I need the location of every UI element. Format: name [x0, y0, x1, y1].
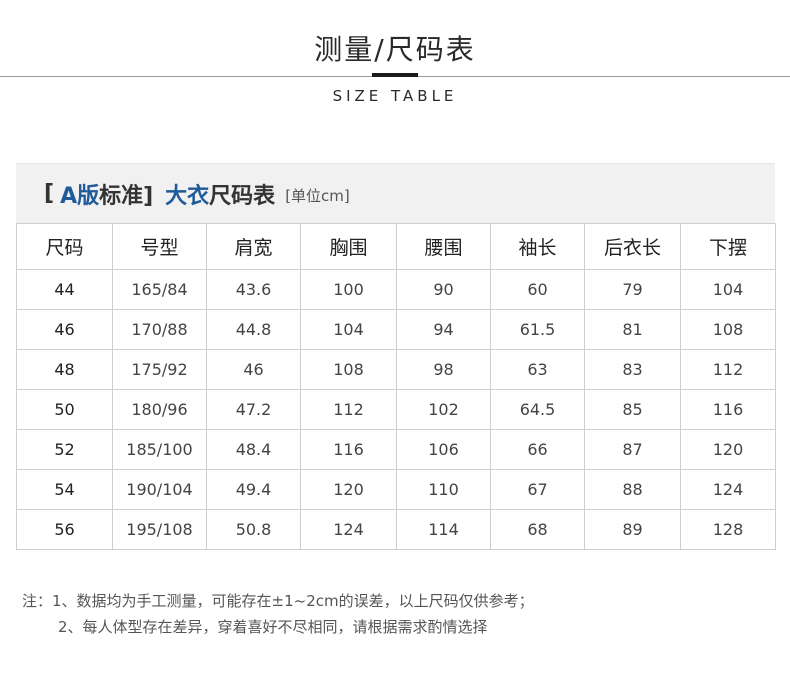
- table-cell: 68: [490, 509, 585, 550]
- page-title: 测量/尺码表: [314, 33, 476, 66]
- column-header-size: 尺码: [16, 223, 113, 270]
- table-cell: 87: [584, 429, 681, 470]
- caption-version: A版: [60, 183, 100, 209]
- table-row: 52 185/100 48.4 116 106 66 87 120: [16, 429, 776, 470]
- table-cell: 90: [396, 269, 491, 310]
- table-cell: 52: [16, 429, 113, 470]
- table-cell: 128: [680, 509, 776, 550]
- footnote-measurement: 注：1、数据均为手工测量，可能存在±1~2cm的误差，以上尺码仅供参考；: [22, 592, 534, 610]
- table-cell: 47.2: [206, 389, 301, 430]
- caption-item: 大衣: [165, 183, 210, 209]
- table-cell: 104: [300, 309, 397, 350]
- table-row: 48 175/92 46 108 98 63 83 112: [16, 349, 776, 390]
- table-cell: 120: [680, 429, 776, 470]
- table-cell: 49.4: [206, 469, 301, 510]
- table-header-row: 尺码 号型 肩宽 胸围 腰围 袖长 后衣长 下摆: [16, 223, 776, 270]
- table-cell: 43.6: [206, 269, 301, 310]
- column-header-model: 号型: [112, 223, 207, 270]
- table-cell: 44: [16, 269, 113, 310]
- table-cell: 54: [16, 469, 113, 510]
- column-header-back-length: 后衣长: [584, 223, 681, 270]
- table-cell: 104: [680, 269, 776, 310]
- table-cell: 100: [300, 269, 397, 310]
- page-subtitle: SIZE TABLE: [332, 87, 458, 105]
- table-row: 44 165/84 43.6 100 90 60 79 104: [16, 269, 776, 310]
- caption-unit: [单位cm]: [285, 187, 350, 205]
- table-cell: 67: [490, 469, 585, 510]
- column-header-waist: 腰围: [396, 223, 491, 270]
- table-cell: 112: [300, 389, 397, 430]
- table-row: 56 195/108 50.8 124 114 68 89 128: [16, 509, 776, 550]
- table-cell: 116: [300, 429, 397, 470]
- table-cell: 175/92: [112, 349, 207, 390]
- table-row: 54 190/104 49.4 120 110 67 88 124: [16, 469, 776, 510]
- caption-standard: 标准]: [99, 183, 154, 209]
- table-cell: 66: [490, 429, 585, 470]
- table-cell: 60: [490, 269, 585, 310]
- table-cell: 112: [680, 349, 776, 390]
- column-header-hem: 下摆: [680, 223, 776, 270]
- table-cell: 110: [396, 469, 491, 510]
- table-cell: 85: [584, 389, 681, 430]
- caption-open-bracket: [: [44, 181, 55, 206]
- size-table: 尺码 号型 肩宽 胸围 腰围 袖长 后衣长 下摆 44 165/84 43.6 …: [16, 223, 776, 550]
- footnotes: 注：1、数据均为手工测量，可能存在±1~2cm的误差，以上尺码仅供参考； 2、每…: [22, 588, 782, 640]
- table-cell: 120: [300, 469, 397, 510]
- table-cell: 46: [206, 349, 301, 390]
- table-cell: 50: [16, 389, 113, 430]
- table-cell: 44.8: [206, 309, 301, 350]
- table-cell: 50.8: [206, 509, 301, 550]
- column-header-sleeve: 袖长: [490, 223, 585, 270]
- table-cell: 116: [680, 389, 776, 430]
- table-cell: 185/100: [112, 429, 207, 470]
- table-cell: 56: [16, 509, 113, 550]
- size-chart-page: 测量/尺码表 SIZE TABLE [ A版 标准] 大衣 尺码表 [单位cm]: [0, 0, 790, 681]
- table-cell: 108: [300, 349, 397, 390]
- table-cell: 88: [584, 469, 681, 510]
- table-cell: 83: [584, 349, 681, 390]
- table-cell: 63: [490, 349, 585, 390]
- table-cell: 94: [396, 309, 491, 350]
- table-caption: [ A版 标准] 大衣 尺码表 [单位cm]: [16, 163, 775, 223]
- table-cell: 108: [680, 309, 776, 350]
- table-cell: 46: [16, 309, 113, 350]
- table-cell: 124: [680, 469, 776, 510]
- size-table-section: [ A版 标准] 大衣 尺码表 [单位cm] 尺码 号型 肩宽 胸围 腰围 袖长…: [16, 163, 776, 550]
- table-cell: 64.5: [490, 389, 585, 430]
- table-cell: 48: [16, 349, 113, 390]
- table-cell: 102: [396, 389, 491, 430]
- table-cell: 61.5: [490, 309, 585, 350]
- table-cell: 48.4: [206, 429, 301, 470]
- column-header-chest: 胸围: [300, 223, 397, 270]
- table-cell: 190/104: [112, 469, 207, 510]
- table-cell: 81: [584, 309, 681, 350]
- table-cell: 165/84: [112, 269, 207, 310]
- caption-table-word: 尺码表: [209, 183, 276, 209]
- table-cell: 114: [396, 509, 491, 550]
- footnote-body-type: 2、每人体型存在差异，穿着喜好不尽相同，请根据需求酌情选择: [58, 618, 488, 636]
- table-cell: 79: [584, 269, 681, 310]
- table-cell: 98: [396, 349, 491, 390]
- table-cell: 124: [300, 509, 397, 550]
- header-divider-accent: [372, 73, 418, 77]
- table-cell: 170/88: [112, 309, 207, 350]
- table-cell: 180/96: [112, 389, 207, 430]
- table-cell: 106: [396, 429, 491, 470]
- table-cell: 89: [584, 509, 681, 550]
- table-row: 46 170/88 44.8 104 94 61.5 81 108: [16, 309, 776, 350]
- table-cell: 195/108: [112, 509, 207, 550]
- column-header-shoulder: 肩宽: [206, 223, 301, 270]
- table-row: 50 180/96 47.2 112 102 64.5 85 116: [16, 389, 776, 430]
